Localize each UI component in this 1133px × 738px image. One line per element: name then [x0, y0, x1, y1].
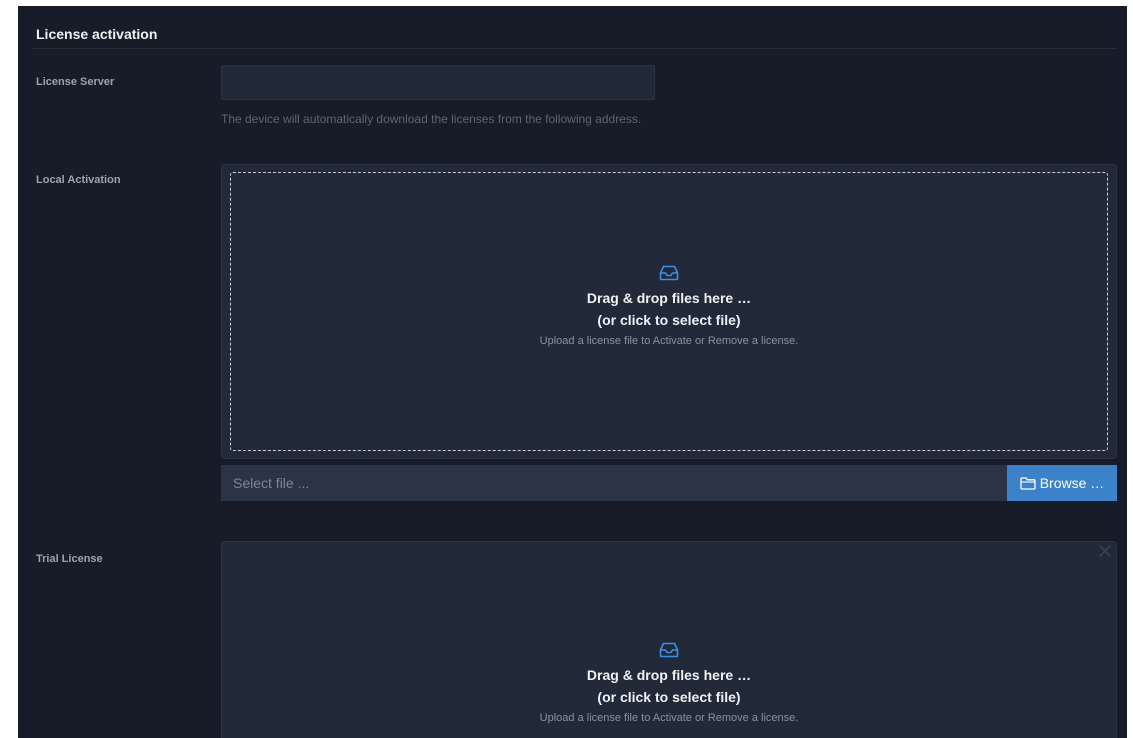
local-activation-label: Local Activation [36, 174, 121, 186]
license-server-label: License Server [36, 76, 115, 88]
dropzone-title: Drag & drop files here … [586, 667, 752, 683]
section-title: License activation [36, 26, 158, 42]
dropzone-subtitle: (or click to select file) [597, 689, 741, 705]
license-server-help: The device will automatically download t… [221, 112, 642, 126]
trial-license-label: Trial License [36, 553, 103, 565]
section-divider [32, 48, 1117, 49]
tray-icon [659, 642, 679, 658]
file-select-bar: Browse … [221, 465, 1117, 501]
dropzone-content: Drag & drop files here … (or click to se… [222, 642, 1116, 728]
browse-button[interactable]: Browse … [1007, 465, 1117, 501]
dropzone-hint: Upload a license file to Activate or Rem… [539, 712, 799, 724]
tray-icon [659, 265, 679, 281]
dropzone-subtitle: (or click to select file) [597, 312, 741, 328]
local-activation-dropzone[interactable]: Drag & drop files here … (or click to se… [221, 164, 1117, 459]
dropzone-hint: Upload a license file to Activate or Rem… [539, 335, 799, 347]
trial-license-dropzone[interactable]: Drag & drop files here … (or click to se… [221, 541, 1117, 738]
license-activation-panel: License activation License Server The de… [18, 6, 1127, 738]
folder-icon [1020, 476, 1036, 490]
file-select-input[interactable] [221, 465, 1007, 501]
dropzone-title: Drag & drop files here … [586, 290, 752, 306]
browse-button-label: Browse … [1039, 475, 1105, 491]
license-server-input[interactable] [221, 65, 655, 100]
dropzone-content: Drag & drop files here … (or click to se… [222, 265, 1116, 351]
close-icon[interactable] [1098, 544, 1112, 558]
